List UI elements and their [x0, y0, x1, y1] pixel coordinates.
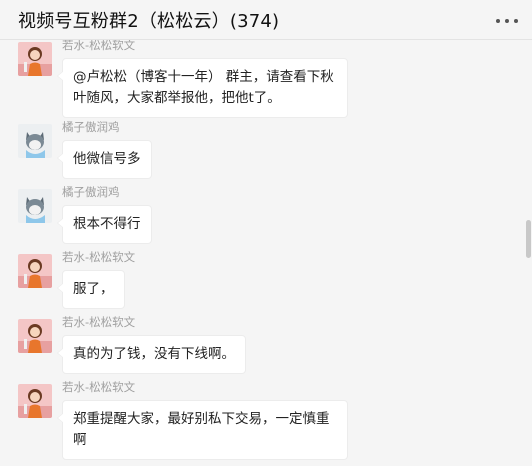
girl-avatar-icon[interactable]	[18, 254, 52, 288]
scrollbar-thumb[interactable]	[526, 220, 531, 258]
more-horizontal-icon[interactable]	[496, 17, 520, 25]
chat-header: 视频号互粉群2（松松云）(374)	[0, 0, 532, 40]
chat-window: 视频号互粉群2（松松云）(374) 若水-松松软文 @卢松松（博客十一年） 群主…	[0, 0, 532, 466]
group-title: 视频号互粉群2（松松云）(374)	[18, 11, 280, 32]
message-bubble[interactable]: 他微信号多	[57, 140, 152, 179]
message-list[interactable]: 若水-松松软文 @卢松松（博客十一年） 群主，请查看下秋叶随风，大家都举报他，把…	[0, 40, 532, 466]
sender-name: 若水-松松软文	[62, 315, 136, 329]
girl-avatar-icon[interactable]	[18, 319, 52, 353]
message-bubble[interactable]: 真的为了钱，没有下线啊。	[57, 335, 246, 374]
girl-avatar-icon[interactable]	[18, 384, 52, 418]
sender-name: 若水-松松软文	[62, 40, 136, 52]
message-bubble[interactable]: 根本不得行	[57, 205, 152, 244]
message-bubble[interactable]: 服了，	[57, 270, 125, 309]
message-bubble[interactable]: 郑重提醒大家，最好别私下交易，一定慎重啊	[57, 400, 348, 460]
sender-name: 橘子傲润鸡	[62, 120, 120, 134]
sender-name: 若水-松松软文	[62, 380, 136, 394]
cat-avatar-icon[interactable]	[18, 189, 52, 223]
girl-avatar-icon[interactable]	[18, 42, 52, 76]
cat-avatar-icon[interactable]	[18, 124, 52, 158]
sender-name: 若水-松松软文	[62, 250, 136, 264]
sender-name: 橘子傲润鸡	[62, 185, 120, 199]
message-bubble[interactable]: @卢松松（博客十一年） 群主，请查看下秋叶随风，大家都举报他，把他t了。	[57, 58, 348, 118]
